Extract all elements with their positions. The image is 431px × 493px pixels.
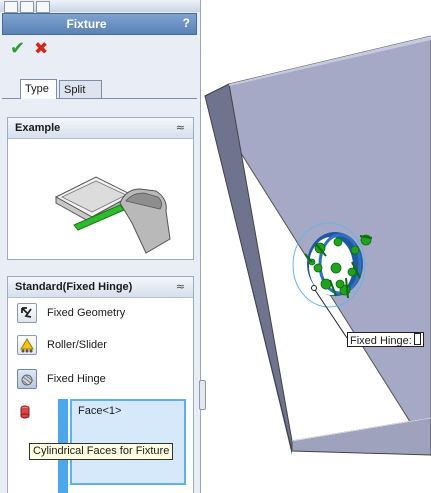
- fixed-hinge-label: Fixed Hinge: [47, 373, 106, 385]
- panel-title-bar: Fixture ?: [2, 13, 197, 35]
- property-manager: Fixture ? ✔ ✖ Type Split Example ≈ Stand…: [0, 0, 201, 493]
- panel-splitter-handle[interactable]: [199, 380, 206, 410]
- face-selection-list[interactable]: Face<1>: [70, 399, 186, 485]
- standard-group-header[interactable]: Standard(Fixed Hinge) ≈: [8, 277, 193, 298]
- fixed-hinge-callout[interactable]: Fixed Hinge:: [347, 332, 424, 347]
- double-chevron-up-icon[interactable]: ≈: [176, 280, 185, 293]
- hinge-example-image: [54, 176, 171, 254]
- standard-group: Standard(Fixed Hinge) ≈ Fixed Geometry R…: [7, 276, 194, 493]
- fixed-geometry-label: Fixed Geometry: [47, 307, 126, 319]
- callout-label: Fixed Hinge:: [350, 335, 412, 347]
- cancel-button[interactable]: ✖: [34, 40, 48, 58]
- x-icon: ✖: [34, 39, 49, 59]
- example-group-title: Example: [15, 122, 61, 134]
- tooltip: Cylindrical Faces for Fixture: [29, 443, 174, 460]
- check-icon: ✔: [10, 38, 26, 59]
- ok-button[interactable]: ✔: [10, 40, 25, 58]
- example-group-header[interactable]: Example ≈: [8, 118, 193, 139]
- fixed-hinge-icon[interactable]: [17, 369, 37, 389]
- configuration-manager-tab[interactable]: [36, 1, 50, 13]
- panel-title: Fixture: [66, 17, 107, 31]
- list-item[interactable]: Face<1>: [78, 405, 121, 417]
- feature-manager-tab[interactable]: [4, 1, 18, 13]
- roller-slider-label: Roller/Slider: [47, 339, 107, 351]
- property-manager-tab[interactable]: [20, 1, 34, 13]
- roller-slider-icon[interactable]: [17, 335, 37, 355]
- callout-field[interactable]: [413, 333, 421, 345]
- tab-type[interactable]: Type: [20, 79, 57, 99]
- example-group: Example ≈: [7, 117, 194, 260]
- standard-group-title: Standard(Fixed Hinge): [15, 281, 133, 293]
- graphics-area[interactable]: [207, 0, 431, 493]
- manager-tab-strip: [0, 0, 200, 13]
- tab-split[interactable]: Split: [59, 80, 102, 98]
- help-button[interactable]: ?: [183, 16, 190, 30]
- cylinder-face-icon: [20, 405, 30, 419]
- double-chevron-up-icon[interactable]: ≈: [176, 121, 185, 134]
- fixed-geometry-icon[interactable]: [17, 303, 37, 323]
